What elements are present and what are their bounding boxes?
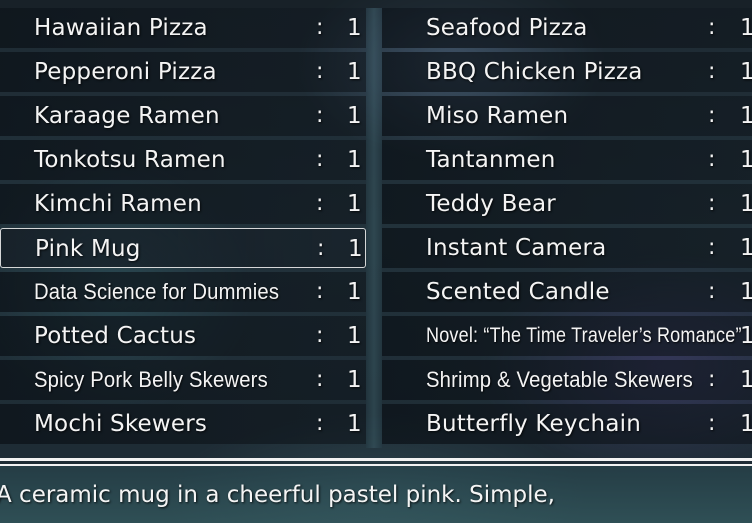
item-separator: : bbox=[708, 411, 716, 436]
item-quantity: 1 bbox=[740, 235, 752, 261]
item-quantity: 1 bbox=[740, 147, 752, 173]
item-description-panel: A ceramic mug in a cheerful pastel pink.… bbox=[0, 466, 752, 523]
item-quantity: 1 bbox=[347, 59, 362, 85]
item-quantity: 1 bbox=[347, 191, 362, 217]
item-separator: : bbox=[316, 15, 324, 40]
item-separator: : bbox=[316, 323, 324, 348]
item-separator: : bbox=[316, 411, 324, 436]
divider-line bbox=[0, 458, 752, 461]
inventory-item-hawaiian-pizza[interactable]: Hawaiian Pizza : 1 bbox=[0, 8, 366, 48]
item-quantity: 1 bbox=[347, 103, 362, 129]
item-name: Hawaiian Pizza bbox=[34, 15, 208, 41]
item-name: Pink Mug bbox=[35, 236, 141, 262]
inventory-item-tantanmen[interactable]: Tantanmen : 1 bbox=[382, 140, 752, 180]
inventory-item-pepperoni-pizza[interactable]: Pepperoni Pizza : 1 bbox=[0, 52, 366, 92]
item-description-text: A ceramic mug in a cheerful pastel pink.… bbox=[0, 482, 555, 508]
item-separator: : bbox=[316, 103, 324, 128]
inventory-item-novel-time-traveler[interactable]: Novel: “The Time Traveler’s Romance” : 1 bbox=[382, 316, 752, 356]
inventory-item-instant-camera[interactable]: Instant Camera : 1 bbox=[382, 228, 752, 268]
item-name: Miso Ramen bbox=[426, 103, 569, 129]
item-name: Instant Camera bbox=[426, 235, 607, 261]
item-name: Teddy Bear bbox=[426, 191, 556, 217]
item-name: Tonkotsu Ramen bbox=[34, 147, 226, 173]
item-quantity: 1 bbox=[740, 59, 752, 85]
item-quantity: 1 bbox=[740, 279, 752, 305]
item-quantity: 1 bbox=[740, 191, 752, 217]
inventory-item-teddy-bear[interactable]: Teddy Bear : 1 bbox=[382, 184, 752, 224]
item-name: Novel: “The Time Traveler’s Romance” bbox=[426, 324, 742, 347]
inventory-item-mochi-skewers[interactable]: Mochi Skewers : 1 bbox=[0, 404, 366, 444]
item-separator: : bbox=[316, 59, 324, 84]
item-quantity: 1 bbox=[347, 15, 362, 41]
inventory-item-butterfly-keychain[interactable]: Butterfly Keychain : 1 bbox=[382, 404, 752, 444]
inventory-item-scented-candle[interactable]: Scented Candle : 1 bbox=[382, 272, 752, 312]
item-name: Mochi Skewers bbox=[34, 411, 208, 437]
item-separator: : bbox=[708, 279, 716, 304]
item-separator: : bbox=[316, 367, 324, 392]
item-name: Butterfly Keychain bbox=[426, 411, 641, 437]
inventory-item-tonkotsu-ramen[interactable]: Tonkotsu Ramen : 1 bbox=[0, 140, 366, 180]
item-quantity: 1 bbox=[347, 147, 362, 173]
item-name: Pepperoni Pizza bbox=[34, 59, 217, 85]
top-strip bbox=[0, 0, 752, 8]
item-quantity: 1 bbox=[740, 411, 752, 437]
item-separator: : bbox=[708, 235, 716, 260]
item-name: Shrimp & Vegetable Skewers bbox=[426, 367, 693, 392]
item-separator: : bbox=[316, 147, 324, 172]
inventory-item-seafood-pizza[interactable]: Seafood Pizza : 1 bbox=[382, 8, 752, 48]
inventory-item-potted-cactus[interactable]: Potted Cactus : 1 bbox=[0, 316, 366, 356]
inventory-item-kimchi-ramen[interactable]: Kimchi Ramen : 1 bbox=[0, 184, 366, 224]
inventory-item-pink-mug-selected[interactable]: Pink Mug : 1 bbox=[0, 228, 366, 268]
item-separator: : bbox=[316, 191, 324, 216]
inventory-item-shrimp-vegetable-skewers[interactable]: Shrimp & Vegetable Skewers : 1 bbox=[382, 360, 752, 400]
item-name: Data Science for Dummies bbox=[34, 279, 280, 304]
item-name: Seafood Pizza bbox=[426, 15, 588, 41]
item-name: Karaage Ramen bbox=[34, 103, 220, 129]
item-name: Potted Cactus bbox=[34, 323, 197, 349]
item-name: Kimchi Ramen bbox=[34, 191, 202, 217]
item-name: BBQ Chicken Pizza bbox=[426, 59, 643, 85]
item-separator: : bbox=[317, 236, 325, 261]
inventory-item-spicy-pork-belly-skewers[interactable]: Spicy Pork Belly Skewers : 1 bbox=[0, 360, 366, 400]
item-separator: : bbox=[708, 323, 716, 348]
item-quantity: 1 bbox=[347, 367, 362, 393]
inventory-item-bbq-chicken-pizza[interactable]: BBQ Chicken Pizza : 1 bbox=[382, 52, 752, 92]
item-name: Scented Candle bbox=[426, 279, 610, 305]
item-separator: : bbox=[708, 191, 716, 216]
item-quantity: 1 bbox=[740, 323, 752, 349]
item-quantity: 1 bbox=[740, 15, 752, 41]
inventory-right-column: Seafood Pizza : 1 BBQ Chicken Pizza : 1 … bbox=[382, 8, 752, 448]
item-name: Spicy Pork Belly Skewers bbox=[34, 367, 268, 392]
item-quantity: 1 bbox=[347, 279, 362, 305]
item-separator: : bbox=[708, 147, 716, 172]
item-quantity: 1 bbox=[740, 103, 752, 129]
item-separator: : bbox=[708, 367, 716, 392]
inventory-item-data-science-for-dummies[interactable]: Data Science for Dummies : 1 bbox=[0, 272, 366, 312]
item-separator: : bbox=[708, 15, 716, 40]
inventory-left-column: Hawaiian Pizza : 1 Pepperoni Pizza : 1 K… bbox=[0, 8, 366, 448]
item-separator: : bbox=[708, 103, 716, 128]
item-separator: : bbox=[708, 59, 716, 84]
item-quantity: 1 bbox=[347, 411, 362, 437]
item-quantity: 1 bbox=[347, 323, 362, 349]
item-quantity: 1 bbox=[348, 236, 363, 262]
item-separator: : bbox=[316, 279, 324, 304]
inventory-item-karaage-ramen[interactable]: Karaage Ramen : 1 bbox=[0, 96, 366, 136]
item-quantity: 1 bbox=[740, 367, 752, 393]
item-name: Tantanmen bbox=[426, 147, 556, 173]
column-divider bbox=[366, 8, 382, 448]
inventory-item-miso-ramen[interactable]: Miso Ramen : 1 bbox=[382, 96, 752, 136]
